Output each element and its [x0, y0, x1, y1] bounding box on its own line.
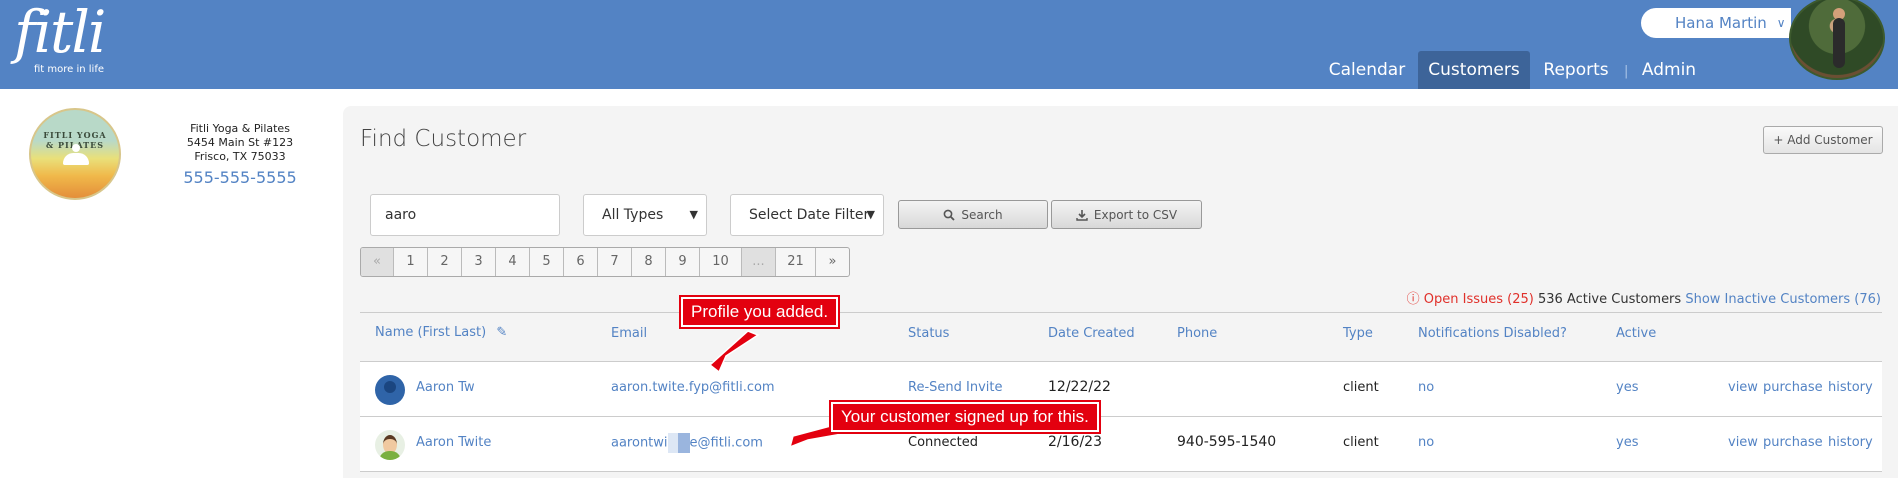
- page-8[interactable]: 8: [632, 248, 666, 276]
- table-row: Aaron Twite aarontwi e@fitli.com Connecte…: [360, 417, 1882, 472]
- page-2[interactable]: 2: [428, 248, 462, 276]
- purchase-link[interactable]: purchase: [1763, 435, 1823, 450]
- pencil-icon[interactable]: ✎: [496, 325, 507, 340]
- col-status[interactable]: Status: [908, 326, 949, 341]
- top-header: fitli fit more in life Hana Martin ∨ Cal…: [0, 0, 1898, 89]
- logo-tagline: fit more in life: [34, 64, 105, 75]
- page-21[interactable]: 21: [776, 248, 816, 276]
- download-icon: [1076, 209, 1088, 221]
- active-customers-count: 536 Active Customers: [1537, 292, 1682, 307]
- customer-type: client: [1343, 380, 1379, 395]
- type-select[interactable]: All Types ▼: [583, 194, 707, 236]
- purchase-link[interactable]: purchase: [1763, 380, 1823, 395]
- logo-wordmark: fitli: [14, 0, 106, 66]
- nav-reports[interactable]: Reports: [1536, 51, 1616, 89]
- email-end: e@fitli.com: [689, 435, 763, 451]
- business-address-line2: Frisco, TX 75033: [194, 150, 286, 163]
- nav-calendar[interactable]: Calendar: [1320, 51, 1414, 89]
- active-status[interactable]: yes: [1616, 380, 1638, 395]
- annotation-profile-added: Profile you added.: [678, 295, 841, 329]
- alert-icon: ⓘ: [1406, 292, 1420, 307]
- show-inactive-link[interactable]: Show Inactive Customers (76): [1685, 292, 1881, 307]
- notifications-disabled[interactable]: no: [1418, 435, 1434, 450]
- business-phone[interactable]: 555-555-5555: [170, 168, 310, 187]
- notifications-disabled[interactable]: no: [1418, 380, 1434, 395]
- avatar: [375, 430, 405, 460]
- resend-invite-link[interactable]: Re-Send Invite: [908, 380, 1003, 395]
- page-4[interactable]: 4: [496, 248, 530, 276]
- page-prev[interactable]: «: [361, 248, 394, 276]
- page-ellipsis: ...: [742, 248, 776, 276]
- type-select-value: All Types: [602, 207, 664, 223]
- col-name[interactable]: Name (First Last) ✎: [375, 325, 507, 340]
- date-created: 12/22/22: [1048, 379, 1111, 395]
- meditation-icon: [63, 144, 89, 166]
- business-logo: FITLI YOGA & PILATES: [29, 108, 121, 200]
- pagination: « 1 2 3 4 5 6 7 8 9 10 ... 21 »: [360, 247, 850, 277]
- chevron-down-icon: ▼: [689, 208, 698, 221]
- user-menu[interactable]: Hana Martin ∨: [1641, 8, 1791, 38]
- customer-email[interactable]: aaron.twite.fyp@fitli.com: [611, 380, 775, 395]
- col-notifications[interactable]: Notifications Disabled?: [1418, 326, 1567, 341]
- fitli-logo[interactable]: fitli fit more in life: [14, 0, 106, 75]
- view-link[interactable]: view: [1728, 435, 1758, 450]
- avatar: [375, 375, 405, 405]
- email-start: aarontwi: [611, 435, 668, 451]
- search-icon: [943, 209, 956, 221]
- col-type[interactable]: Type: [1343, 326, 1373, 341]
- connection-status: Connected: [908, 435, 979, 450]
- page-9[interactable]: 9: [666, 248, 700, 276]
- export-button-label: Export to CSV: [1093, 207, 1178, 222]
- customer-name-link[interactable]: Aaron Tw: [416, 380, 475, 395]
- col-date-created[interactable]: Date Created: [1048, 326, 1135, 341]
- search-button[interactable]: Search: [898, 200, 1048, 229]
- business-address: Fitli Yoga & Pilates 5454 Main St #123 F…: [170, 122, 310, 164]
- col-email[interactable]: Email: [611, 326, 647, 341]
- page-10[interactable]: 10: [700, 248, 742, 276]
- date-filter-value: Select Date Filter: [749, 207, 870, 223]
- open-issues-link[interactable]: Open Issues (25): [1424, 292, 1534, 307]
- nav-customers[interactable]: Customers: [1418, 51, 1530, 89]
- add-customer-button[interactable]: + Add Customer: [1763, 126, 1883, 154]
- customer-type: client: [1343, 435, 1379, 450]
- business-address-line1: 5454 Main St #123: [186, 136, 294, 149]
- history-link[interactable]: history: [1828, 380, 1873, 395]
- customer-table-header: Name (First Last) ✎ Email Status Date Cr…: [360, 312, 1882, 362]
- annotation-customer-signed-up: Your customer signed up for this.: [829, 400, 1101, 434]
- nav-separator: |: [1624, 64, 1629, 79]
- customer-summary: ⓘ Open Issues (25) 536 Active Customers …: [1407, 288, 1881, 307]
- date-filter-select[interactable]: Select Date Filter ▼: [730, 194, 884, 236]
- chevron-down-icon: ▼: [866, 208, 875, 221]
- business-name: Fitli Yoga & Pilates: [190, 122, 290, 135]
- table-row: Aaron Tw aaron.twite.fyp@fitli.com Re-Se…: [360, 362, 1882, 417]
- customer-name-link[interactable]: Aaron Twite: [416, 435, 491, 450]
- active-status[interactable]: yes: [1616, 435, 1638, 450]
- view-link[interactable]: view: [1728, 380, 1758, 395]
- date-created: 2/16/23: [1048, 434, 1102, 450]
- page-5[interactable]: 5: [530, 248, 564, 276]
- chevron-down-icon: ∨: [1776, 16, 1786, 30]
- page-1[interactable]: 1: [394, 248, 428, 276]
- history-link[interactable]: history: [1828, 435, 1873, 450]
- col-name-label: Name (First Last): [375, 325, 487, 340]
- page-7[interactable]: 7: [598, 248, 632, 276]
- customer-email[interactable]: aarontwi e@fitli.com: [611, 433, 763, 453]
- page-6[interactable]: 6: [564, 248, 598, 276]
- col-phone[interactable]: Phone: [1177, 326, 1217, 341]
- nav-admin[interactable]: Admin: [1636, 51, 1702, 89]
- page-title: Find Customer: [360, 126, 527, 152]
- page-next[interactable]: »: [816, 248, 849, 276]
- page-3[interactable]: 3: [462, 248, 496, 276]
- phone: 940-595-1540: [1177, 434, 1277, 450]
- export-csv-button[interactable]: Export to CSV: [1051, 200, 1202, 229]
- customer-search-input[interactable]: aaro: [370, 194, 560, 236]
- col-active[interactable]: Active: [1616, 326, 1656, 341]
- redacted-block: [667, 433, 690, 453]
- search-button-label: Search: [961, 207, 1003, 222]
- user-avatar[interactable]: [1789, 0, 1885, 80]
- user-name: Hana Martin: [1675, 14, 1767, 32]
